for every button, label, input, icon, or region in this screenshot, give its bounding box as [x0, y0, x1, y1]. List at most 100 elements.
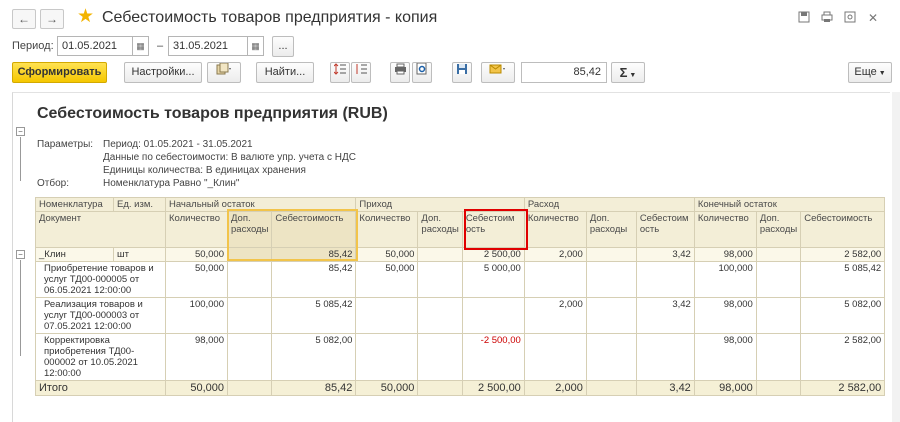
col-header-nomenclature: Номенклатура: [35, 197, 114, 212]
col-header-expense-extra: Доп. расходы: [585, 211, 637, 248]
cell-total-expense-cost: 3,42: [635, 380, 695, 396]
calendar-icon: ▦: [136, 41, 145, 51]
cell-expense-extra: [585, 333, 637, 381]
collapse-rows-icon: [356, 64, 367, 74]
print-button[interactable]: [390, 62, 410, 83]
selection-highlight: [227, 209, 358, 261]
table-row[interactable]: Корректировка приобретения ТД00-000002 о…: [35, 333, 886, 381]
cell-expense-cost: 3,42: [635, 297, 695, 334]
cell-total-opening-extra: [226, 380, 273, 396]
cell-closing-cost: 5 085,42: [800, 261, 886, 298]
cell-closing-extra: [755, 333, 802, 381]
find-button[interactable]: Найти...: [256, 62, 314, 83]
search-window-icon[interactable]: [843, 11, 857, 25]
vertical-scrollbar[interactable]: [892, 92, 900, 422]
cell-income-qty: [355, 297, 419, 334]
period-to-input[interactable]: [168, 36, 248, 56]
cell-expense-cost: [635, 261, 695, 298]
calendar-from-button[interactable]: ▦: [133, 36, 149, 56]
cell-total-label: Итого: [35, 380, 166, 396]
cell-total-opening-cost: 85,42: [271, 380, 357, 396]
copy-icon: [216, 62, 231, 75]
report-document: Себестоимость товаров предприятия (RUB) …: [12, 92, 890, 422]
back-button[interactable]: ←: [12, 9, 36, 29]
close-icon[interactable]: ✕: [866, 11, 880, 25]
cell-document: Приобретение товаров и услуг ТД00-000005…: [35, 261, 166, 298]
cell-total-opening-qty: 50,000: [165, 380, 228, 396]
cell-opening-qty: 98,000: [165, 333, 228, 381]
calendar-icon: ▦: [251, 41, 260, 51]
cell-total-expense-extra: [585, 380, 637, 396]
generate-button[interactable]: Сформировать: [12, 62, 107, 83]
group-line: [20, 137, 21, 181]
star-favorite-icon[interactable]: ★: [77, 6, 94, 28]
settings-button[interactable]: Настройки...: [124, 62, 202, 83]
col-header-income-qty: Количество: [355, 211, 419, 248]
arrow-right-icon: →: [46, 12, 58, 26]
table-row[interactable]: Приобретение товаров и услуг ТД00-000005…: [35, 261, 886, 298]
printer-icon: [394, 63, 406, 75]
forward-button[interactable]: →: [40, 9, 64, 29]
cell-income-cost: -2 500,00: [461, 333, 525, 381]
cell-total-expense-qty: 2,000: [523, 380, 587, 396]
cell-opening-extra: [226, 333, 273, 381]
selected-sum-field[interactable]: 85,42: [521, 62, 607, 83]
cell-document: Реализация товаров и услуг ТД00-000003 о…: [35, 297, 166, 334]
sum-mode-dropdown-button[interactable]: Σ ▼: [611, 62, 645, 83]
variants-dropdown-button[interactable]: [207, 62, 241, 83]
calendar-to-button[interactable]: ▦: [248, 36, 264, 56]
cell-income-cost: 5 000,00: [461, 261, 525, 298]
expand-groups-button[interactable]: [330, 62, 350, 83]
preview-icon: [416, 62, 427, 75]
cell-opening-qty: 100,000: [165, 297, 228, 334]
save-button[interactable]: [452, 62, 472, 83]
report-toolbar: Сформировать Настройки... Найти... 85,42…: [0, 62, 900, 86]
cell-opening-extra: [226, 297, 273, 334]
cell-income-qty: [355, 333, 419, 381]
header-row-groups: Номенклатура Ед. изм. Начальный остаток …: [35, 197, 886, 212]
cell-income-qty: 50,000: [355, 247, 419, 262]
period-from-input[interactable]: [57, 36, 133, 56]
cell-total-income-extra: [417, 380, 463, 396]
cell-closing-extra: [755, 297, 802, 334]
group-line: [20, 260, 21, 356]
cell-expense-qty: 2,000: [523, 297, 587, 334]
cell-total-income-qty: 50,000: [355, 380, 419, 396]
cell-income-extra: [417, 297, 463, 334]
period-choose-button[interactable]: ...: [272, 36, 294, 57]
more-button[interactable]: Еще ▼: [848, 62, 892, 83]
save-window-icon[interactable]: [797, 11, 811, 25]
cell-expense-qty: 2,000: [523, 247, 587, 262]
cell-total-income-cost: 2 500,00: [461, 380, 525, 396]
cell-closing-qty: 98,000: [693, 297, 757, 334]
cell-opening-qty: 50,000: [165, 247, 228, 262]
collapse-klin-toggle[interactable]: −: [16, 250, 25, 259]
send-email-dropdown-button[interactable]: [481, 62, 515, 83]
cell-total-closing-qty: 98,000: [693, 380, 757, 396]
collapse-groups-button[interactable]: [351, 62, 371, 83]
cell-document: Корректировка приобретения ТД00-000002 о…: [35, 333, 166, 381]
period-dash: –: [157, 40, 164, 52]
envelope-icon: [489, 64, 505, 74]
col-header-expense-qty: Количество: [523, 211, 587, 248]
filter-value: Номенклатура Равно "_Клин": [103, 178, 240, 189]
cell-opening-extra: [226, 261, 273, 298]
collapse-params-toggle[interactable]: −: [16, 127, 25, 136]
table-row-total[interactable]: Итого 50,000 85,42 50,000 2 500,00 2,000…: [35, 380, 886, 396]
print-preview-button[interactable]: [412, 62, 432, 83]
cell-closing-cost: 2 582,00: [800, 333, 886, 381]
cell-closing-qty: 98,000: [693, 247, 757, 262]
cell-opening-cost: 85,42: [271, 261, 357, 298]
col-group-expense: Расход: [523, 197, 695, 212]
col-header-income-extra: Доп. расходы: [417, 211, 463, 248]
cell-income-cost: [461, 297, 525, 334]
table-row[interactable]: Реализация товаров и услуг ТД00-000003 о…: [35, 297, 886, 334]
arrow-left-icon: ←: [18, 12, 30, 26]
cell-expense-cost: [635, 333, 695, 381]
cell-opening-cost: 5 085,42: [271, 297, 357, 334]
cell-name: _Клин: [35, 247, 114, 262]
cell-opening-qty: 50,000: [165, 261, 228, 298]
print-window-icon[interactable]: [820, 11, 834, 25]
table-row-nomenclature[interactable]: _Клин шт 50,000 85,42 50,000 2 500,00 2,…: [35, 247, 886, 262]
cell-expense-extra: [585, 297, 637, 334]
